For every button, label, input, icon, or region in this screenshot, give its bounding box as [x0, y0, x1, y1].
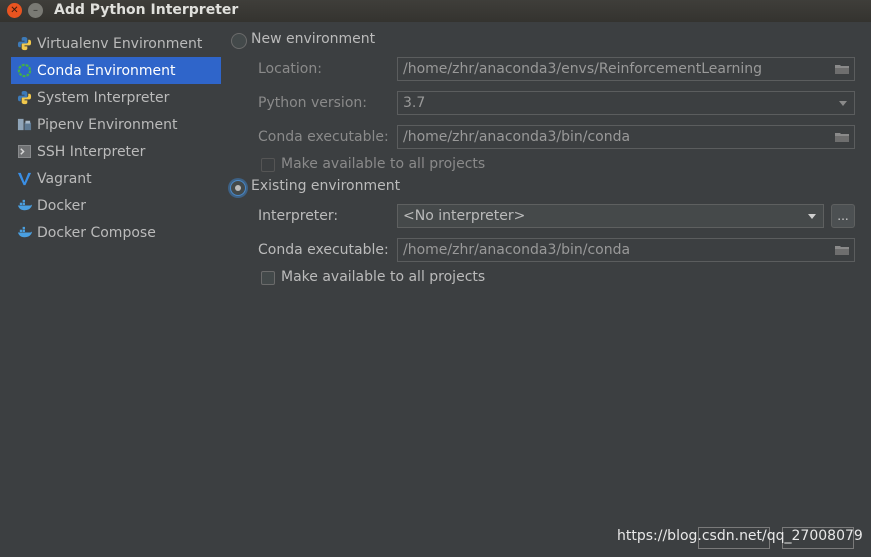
conda-executable-value: /home/zhr/anaconda3/bin/conda: [403, 242, 631, 258]
conda-icon: [16, 63, 32, 79]
python-version-label: Python version:: [258, 95, 367, 111]
docker-icon: [16, 225, 32, 241]
sidebar-item-ssh[interactable]: SSH Interpreter: [11, 138, 221, 165]
conda-executable-label: Conda executable:: [258, 129, 389, 145]
close-window-icon[interactable]: ✕: [7, 3, 22, 18]
sidebar-item-system-interpreter[interactable]: System Interpreter: [11, 84, 221, 111]
sidebar-item-docker-compose[interactable]: Docker Compose: [11, 219, 221, 246]
folder-icon[interactable]: [835, 64, 849, 74]
make-available-checkbox[interactable]: [261, 271, 275, 285]
make-available-checkbox[interactable]: [261, 158, 275, 172]
pipenv-icon: [16, 117, 32, 133]
conda-executable-field[interactable]: /home/zhr/anaconda3/bin/conda: [397, 125, 855, 149]
location-label: Location:: [258, 61, 322, 77]
new-environment-label: New environment: [251, 31, 376, 47]
interpreter-label: Interpreter:: [258, 208, 339, 224]
sidebar-item-conda[interactable]: Conda Environment: [11, 57, 221, 84]
make-available-label: Make available to all projects: [281, 156, 486, 172]
python-icon: [16, 36, 32, 52]
sidebar-item-label: Vagrant: [37, 170, 92, 187]
existing-environment-radio[interactable]: [230, 180, 246, 196]
folder-icon[interactable]: [835, 132, 849, 142]
sidebar-item-vagrant[interactable]: Vagrant: [11, 165, 221, 192]
minimize-window-icon[interactable]: –: [28, 3, 43, 18]
folder-icon[interactable]: [835, 245, 849, 255]
sidebar-item-virtualenv[interactable]: Virtualenv Environment: [11, 30, 221, 57]
sidebar-item-pipenv[interactable]: Pipenv Environment: [11, 111, 221, 138]
interpreter-select[interactable]: <No interpreter>: [397, 204, 824, 228]
sidebar-item-docker[interactable]: Docker: [11, 192, 221, 219]
chevron-down-icon: [839, 101, 847, 106]
sidebar-item-label: Conda Environment: [37, 62, 176, 79]
python-icon: [16, 90, 32, 106]
settings-panel: New environment Location: /home/zhr/anac…: [222, 22, 871, 557]
interpreter-type-list: Virtualenv Environment Conda Environment…: [0, 22, 222, 557]
sidebar-item-label: Virtualenv Environment: [37, 35, 203, 52]
conda-executable-field[interactable]: /home/zhr/anaconda3/bin/conda: [397, 238, 855, 262]
sidebar-item-label: Docker: [37, 197, 87, 214]
make-available-label: Make available to all projects: [281, 269, 486, 285]
location-field[interactable]: /home/zhr/anaconda3/envs/ReinforcementLe…: [397, 57, 855, 81]
terminal-icon: [16, 144, 32, 160]
existing-environment-label: Existing environment: [251, 178, 401, 194]
chevron-down-icon: [808, 214, 816, 219]
interpreter-value: <No interpreter>: [403, 208, 526, 224]
vagrant-icon: [16, 171, 32, 187]
sidebar-item-label: SSH Interpreter: [37, 143, 146, 160]
title-bar: ✕ – Add Python Interpreter: [0, 0, 871, 22]
docker-icon: [16, 198, 32, 214]
python-version-select[interactable]: 3.7: [397, 91, 855, 115]
conda-executable-value: /home/zhr/anaconda3/bin/conda: [403, 129, 631, 145]
sidebar-item-label: System Interpreter: [37, 89, 170, 106]
location-value: /home/zhr/anaconda3/envs/ReinforcementLe…: [403, 61, 762, 77]
sidebar-item-label: Pipenv Environment: [37, 116, 178, 133]
python-version-value: 3.7: [403, 95, 426, 111]
window-title: Add Python Interpreter: [54, 2, 239, 18]
browse-interpreter-button[interactable]: ...: [831, 204, 855, 228]
sidebar-item-label: Docker Compose: [37, 224, 156, 241]
new-environment-radio[interactable]: [231, 33, 247, 49]
conda-executable-label: Conda executable:: [258, 242, 389, 258]
watermark-text: https://blog.csdn.net/qq_27008079: [617, 528, 863, 544]
